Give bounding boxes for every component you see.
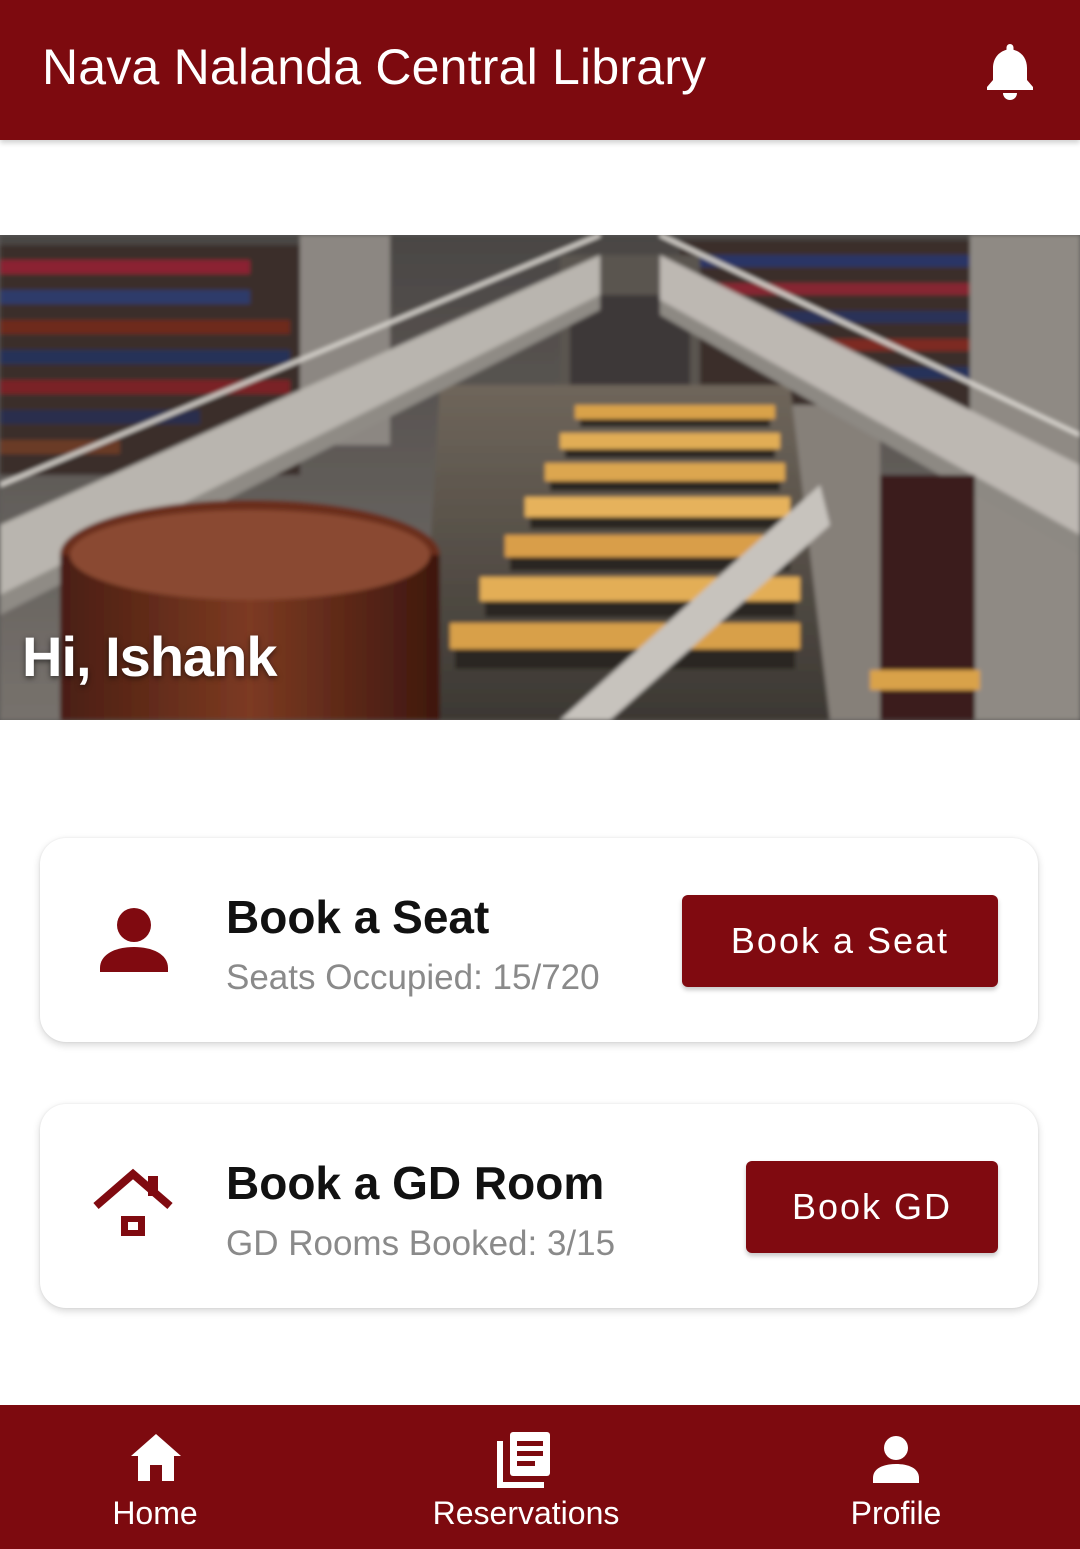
bottom-navigation: Home Reservations Profile	[0, 1405, 1080, 1549]
book-gd-room-card: Book a GD Room GD Rooms Booked: 3/15 Boo…	[40, 1104, 1038, 1308]
hero-banner: Hi, Ishank	[0, 235, 1080, 720]
app-title: Nava Nalanda Central Library	[42, 39, 707, 95]
seats-occupied-text: Seats Occupied: 15/720	[226, 958, 600, 997]
book-seat-button[interactable]: Book a Seat	[682, 895, 998, 987]
gd-rooms-booked-text: GD Rooms Booked: 3/15	[226, 1224, 616, 1263]
bell-icon[interactable]	[984, 40, 1036, 100]
nav-reservations-label: Reservations	[432, 1495, 620, 1531]
nav-profile-label: Profile	[850, 1495, 942, 1531]
nav-home-label: Home	[112, 1495, 198, 1531]
greeting-text: Hi, Ishank	[22, 625, 278, 688]
nav-reservations[interactable]: Reservations	[396, 1405, 656, 1549]
reservations-icon	[497, 1432, 550, 1488]
card-title: Book a GD Room	[226, 1157, 605, 1209]
nav-home[interactable]: Home	[25, 1405, 285, 1549]
card-title: Book a Seat	[226, 891, 490, 943]
book-gd-button[interactable]: Book GD	[746, 1161, 998, 1253]
book-seat-card: Book a Seat Seats Occupied: 15/720 Book …	[40, 838, 1038, 1042]
home-icon	[131, 1434, 181, 1481]
profile-icon	[873, 1436, 919, 1483]
home-outline-icon	[93, 1168, 173, 1236]
person-icon	[100, 908, 168, 972]
nav-profile[interactable]: Profile	[766, 1405, 1026, 1549]
app-bar: Nava Nalanda Central Library	[0, 0, 1080, 140]
